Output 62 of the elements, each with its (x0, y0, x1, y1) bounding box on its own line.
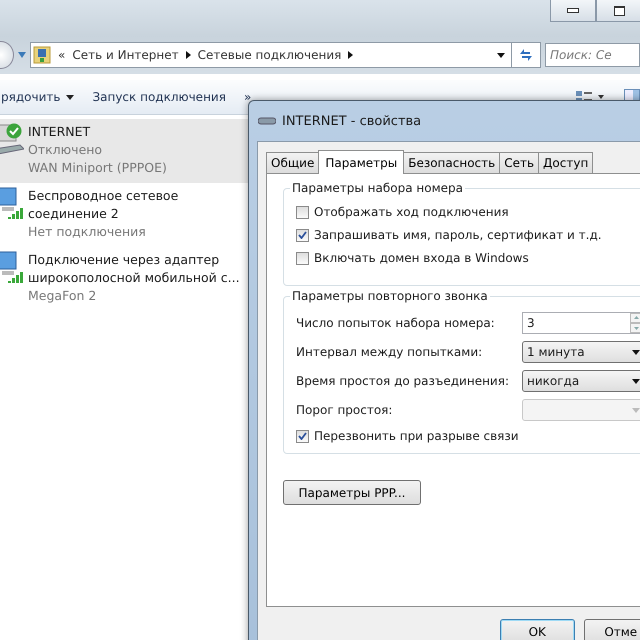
tab[interactable]: Доступ (538, 152, 594, 173)
connection-name: Беспроводное сетевое (28, 187, 178, 205)
connection-item[interactable]: Подключение через адаптер широкополосной мобильной с... MegaFon 2 (0, 247, 260, 311)
dropdown-icon (66, 94, 74, 100)
group-title: Параметры набора номера (290, 181, 465, 195)
refresh-button[interactable] (511, 42, 541, 68)
minimize-button[interactable] (550, 0, 596, 22)
maximize-button[interactable] (596, 0, 640, 22)
checkbox[interactable] (296, 206, 309, 218)
dropdown[interactable]: 1 минута (522, 341, 640, 363)
toolbar-button[interactable]: Запуск подключения (92, 90, 226, 104)
field-label: Порог простоя: (296, 403, 394, 417)
dialog-title: INTERNET - свойства (282, 114, 422, 128)
connection-name: INTERNET (28, 123, 92, 141)
connection-name: Подключение через адаптер (28, 251, 220, 269)
dropdown-icon (632, 350, 640, 354)
dropdown[interactable]: никогда (522, 370, 640, 392)
group-title: Параметры повторного звонка (290, 289, 490, 303)
wireless-adapter-icon (0, 251, 24, 283)
field-label: Время простоя до разъединения: (296, 374, 510, 388)
chevron-right-icon (348, 51, 354, 59)
dropdown-icon (497, 52, 505, 58)
connection-status: Отключено (28, 141, 104, 159)
refresh-icon (518, 48, 534, 62)
tab[interactable]: Общие (266, 152, 320, 173)
tab[interactable]: Безопасность (403, 152, 500, 173)
search-field[interactable]: Поиск: Се (545, 43, 640, 67)
more-chevron[interactable]: » (244, 90, 252, 104)
breadcrumb-item[interactable]: Сеть и Интернет (72, 48, 179, 62)
checkbox[interactable] (296, 228, 309, 242)
tab[interactable]: Сеть (499, 152, 540, 173)
tab[interactable]: Параметры (318, 150, 404, 174)
ppp-settings-button[interactable]: Параметры PPP... (283, 480, 421, 505)
checkbox[interactable] (296, 430, 309, 442)
organize-button[interactable]: рядочить (1, 90, 74, 104)
field-label: Интервал между попытками: (296, 345, 484, 359)
dropdown-icon (632, 408, 640, 412)
checkbox-label: Включать домен входа в Windows (314, 251, 529, 265)
address-bar[interactable]: « Сеть и Интернет Сетевые подключения (30, 42, 512, 68)
checkmark-icon (298, 432, 307, 440)
dropdown-icon (632, 378, 640, 384)
connection-name: широкополосной мобильной с... (28, 269, 240, 287)
field-label: Число попыток набора номера: (296, 316, 496, 330)
overflow-chevron[interactable]: « (58, 48, 66, 62)
checkbox-label: Перезвонить при разрыве связи (314, 429, 519, 443)
wireless-adapter-icon (0, 187, 24, 219)
checkbox-label: Отображать ход подключения (314, 205, 509, 219)
network-folder-icon (33, 46, 51, 64)
device-name: WAN Miniport (PPPOE) (28, 159, 167, 177)
spin-field[interactable]: 3 (522, 312, 640, 334)
checkbox-label: Запрашивать имя, пароль, сертификат и т.д. (314, 228, 602, 242)
ok-button[interactable]: OK (500, 619, 574, 640)
connection-item[interactable]: Беспроводное сетевое соединение 2 Нет подключения (0, 183, 260, 247)
checkbox[interactable] (296, 252, 309, 264)
connection-name: соединение 2 (28, 205, 120, 223)
connection-status: MegaFon 2 (28, 287, 98, 305)
breadcrumb-item[interactable]: Сетевые подключения (198, 48, 342, 62)
chevron-right-icon (186, 51, 191, 59)
cancel-button[interactable]: Отме (584, 619, 640, 640)
dropdown-icon (18, 52, 26, 58)
connection-status: Нет подключения (28, 223, 147, 241)
checkmark-icon (298, 231, 307, 239)
